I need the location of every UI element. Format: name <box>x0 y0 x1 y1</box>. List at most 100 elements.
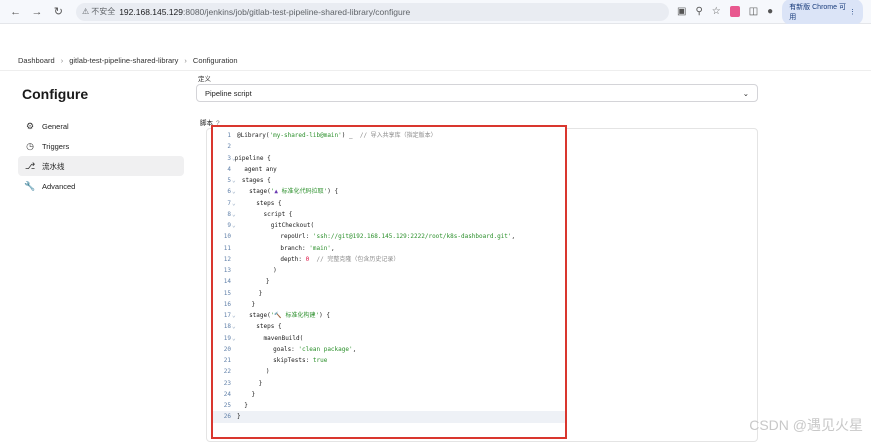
line-number: 23 <box>213 378 237 389</box>
clock-icon: ◷ <box>24 141 36 152</box>
code-line[interactable]: 3⌄pipeline { <box>213 153 565 164</box>
update-chrome-button[interactable]: 有新版 Chrome 可用 ⋮ <box>782 0 863 25</box>
chevron-down-icon: ⌄ <box>743 89 749 98</box>
code-text: } <box>237 413 241 420</box>
code-line[interactable]: 18⌄ steps { <box>213 321 565 332</box>
code-line[interactable]: 1@Library('my-shared-lib@main') _ // 导入共… <box>213 130 565 141</box>
line-number: 11 <box>213 243 237 254</box>
sidebar-item-label: General <box>42 122 69 131</box>
code-text: } <box>237 391 255 398</box>
line-number: 4 <box>213 164 237 175</box>
sidebar-item-advanced[interactable]: 🔧 Advanced <box>18 176 184 196</box>
code-text: ) <box>237 368 270 375</box>
pipeline-icon: ⎇ <box>24 161 36 172</box>
code-text: steps { <box>235 323 282 330</box>
line-number: 10 <box>213 231 237 242</box>
code-text: repoUrl: 'ssh://git@192.168.145.129:2222… <box>237 233 515 240</box>
sidebar-item-label: 流水线 <box>42 161 65 172</box>
code-text: gitCheckout( <box>235 222 314 229</box>
config-sidebar: ⚙ General ◷ Triggers ⎇ 流水线 🔧 Advanced <box>18 116 184 196</box>
forward-icon[interactable]: → <box>29 4 44 20</box>
url-host: 192.168.145.129 <box>119 7 183 17</box>
definition-selected-value: Pipeline script <box>205 89 252 98</box>
code-text: @Library('my-shared-lib@main') _ // 导入共享… <box>237 132 437 139</box>
sidebar-item-pipeline[interactable]: ⎇ 流水线 <box>18 156 184 176</box>
code-text: pipeline { <box>235 155 271 162</box>
definition-label: 定义 <box>198 73 211 83</box>
code-line[interactable]: 26} <box>213 411 565 422</box>
translate-icon[interactable]: ▣ <box>677 6 686 17</box>
breadcrumb-separator-icon: › <box>184 56 187 65</box>
code-line[interactable]: 9⌄ gitCheckout( <box>213 220 565 231</box>
code-line[interactable]: 20 goals: 'clean package', <box>213 344 565 355</box>
breadcrumb: Dashboard › gitlab-test-pipeline-shared-… <box>0 51 871 71</box>
code-text: ) <box>237 267 277 274</box>
line-number: 24 <box>213 389 237 400</box>
code-text: stages { <box>235 177 271 184</box>
extension-icon[interactable] <box>730 6 740 17</box>
warning-icon: ⚠ <box>82 7 89 16</box>
line-number: 12 <box>213 254 237 265</box>
code-line[interactable]: 6⌄ stage('▲ 标准化代码拉取') { <box>213 186 565 197</box>
sidebar-item-triggers[interactable]: ◷ Triggers <box>18 136 184 156</box>
code-line[interactable]: 22 ) <box>213 366 565 377</box>
line-number: 14 <box>213 276 237 287</box>
reload-icon[interactable]: ↻ <box>51 4 66 20</box>
wrench-icon: 🔧 <box>24 181 36 192</box>
back-icon[interactable]: ← <box>8 4 23 20</box>
gear-icon: ⚙ <box>24 121 36 132</box>
code-text: stage('🔨 标准化构建') { <box>235 312 330 319</box>
line-number: 26 <box>213 411 237 422</box>
breadcrumb-configuration[interactable]: Configuration <box>193 56 238 65</box>
code-text: } <box>237 380 262 387</box>
code-line[interactable]: 2 <box>213 141 565 152</box>
line-number: 21 <box>213 355 237 366</box>
code-line[interactable]: 13 ) <box>213 265 565 276</box>
breadcrumb-dashboard[interactable]: Dashboard <box>18 56 55 65</box>
bookmark-star-icon[interactable]: ☆ <box>712 6 721 17</box>
code-line[interactable]: 16 } <box>213 299 565 310</box>
address-bar[interactable]: ⚠ 不安全 192.168.145.129:8080/jenkins/job/g… <box>76 3 669 21</box>
definition-select[interactable]: Pipeline script ⌄ <box>196 84 758 102</box>
sidebar-item-label: Triggers <box>42 142 69 151</box>
code-text: steps { <box>235 200 282 207</box>
code-line[interactable]: 25 } <box>213 400 565 411</box>
code-line[interactable]: 5⌄ stages { <box>213 175 565 186</box>
code-line[interactable]: 8⌄ script { <box>213 209 565 220</box>
code-text: branch: 'main', <box>237 245 335 252</box>
code-line[interactable]: 21 skipTests: true <box>213 355 565 366</box>
sidebar-item-general[interactable]: ⚙ General <box>18 116 184 136</box>
browser-toolbar: ← → ↻ ⚠ 不安全 192.168.145.129:8080/jenkins… <box>0 0 871 24</box>
code-line[interactable]: 11 branch: 'main', <box>213 243 565 254</box>
code-line[interactable]: 4 agent any <box>213 164 565 175</box>
line-number: 16 <box>213 299 237 310</box>
code-text: depth: 0 // 完整克隆（包含历史记录） <box>237 256 399 263</box>
sidebar-item-label: Advanced <box>42 182 75 191</box>
code-line[interactable]: 19⌄ mavenBuild( <box>213 333 565 344</box>
code-line[interactable]: 10 repoUrl: 'ssh://git@192.168.145.129:2… <box>213 231 565 242</box>
breadcrumb-job[interactable]: gitlab-test-pipeline-shared-library <box>69 56 178 65</box>
code-line[interactable]: 17⌄ stage('🔨 标准化构建') { <box>213 310 565 321</box>
profile-avatar-icon[interactable]: ● <box>767 6 773 17</box>
code-text: } <box>237 402 248 409</box>
zoom-icon[interactable]: ⚲ <box>695 6 702 17</box>
security-chip[interactable]: ⚠ 不安全 <box>82 6 115 17</box>
breadcrumb-separator-icon: › <box>61 56 64 65</box>
code-line[interactable]: 23 } <box>213 378 565 389</box>
script-editor[interactable]: 1@Library('my-shared-lib@main') _ // 导入共… <box>211 125 567 439</box>
extensions-puzzle-icon[interactable]: ◫ <box>749 6 758 17</box>
code-line[interactable]: 24 } <box>213 389 565 400</box>
code-text: } <box>237 278 270 285</box>
code-text: skipTests: true <box>237 357 327 364</box>
code-line[interactable]: 14 } <box>213 276 565 287</box>
url-path: :8080/jenkins/job/gitlab-test-pipeline-s… <box>183 7 410 17</box>
page-title: Configure <box>22 86 88 102</box>
watermark: CSDN @遇见火星 <box>749 415 863 435</box>
line-number: 2 <box>213 141 237 152</box>
code-line[interactable]: 15 } <box>213 288 565 299</box>
menu-kebab-icon[interactable]: ⋮ <box>849 8 856 16</box>
code-line[interactable]: 12 depth: 0 // 完整克隆（包含历史记录） <box>213 254 565 265</box>
code-line[interactable]: 7⌄ steps { <box>213 198 565 209</box>
page-header-area <box>0 24 871 51</box>
line-number: 1 <box>213 130 237 141</box>
